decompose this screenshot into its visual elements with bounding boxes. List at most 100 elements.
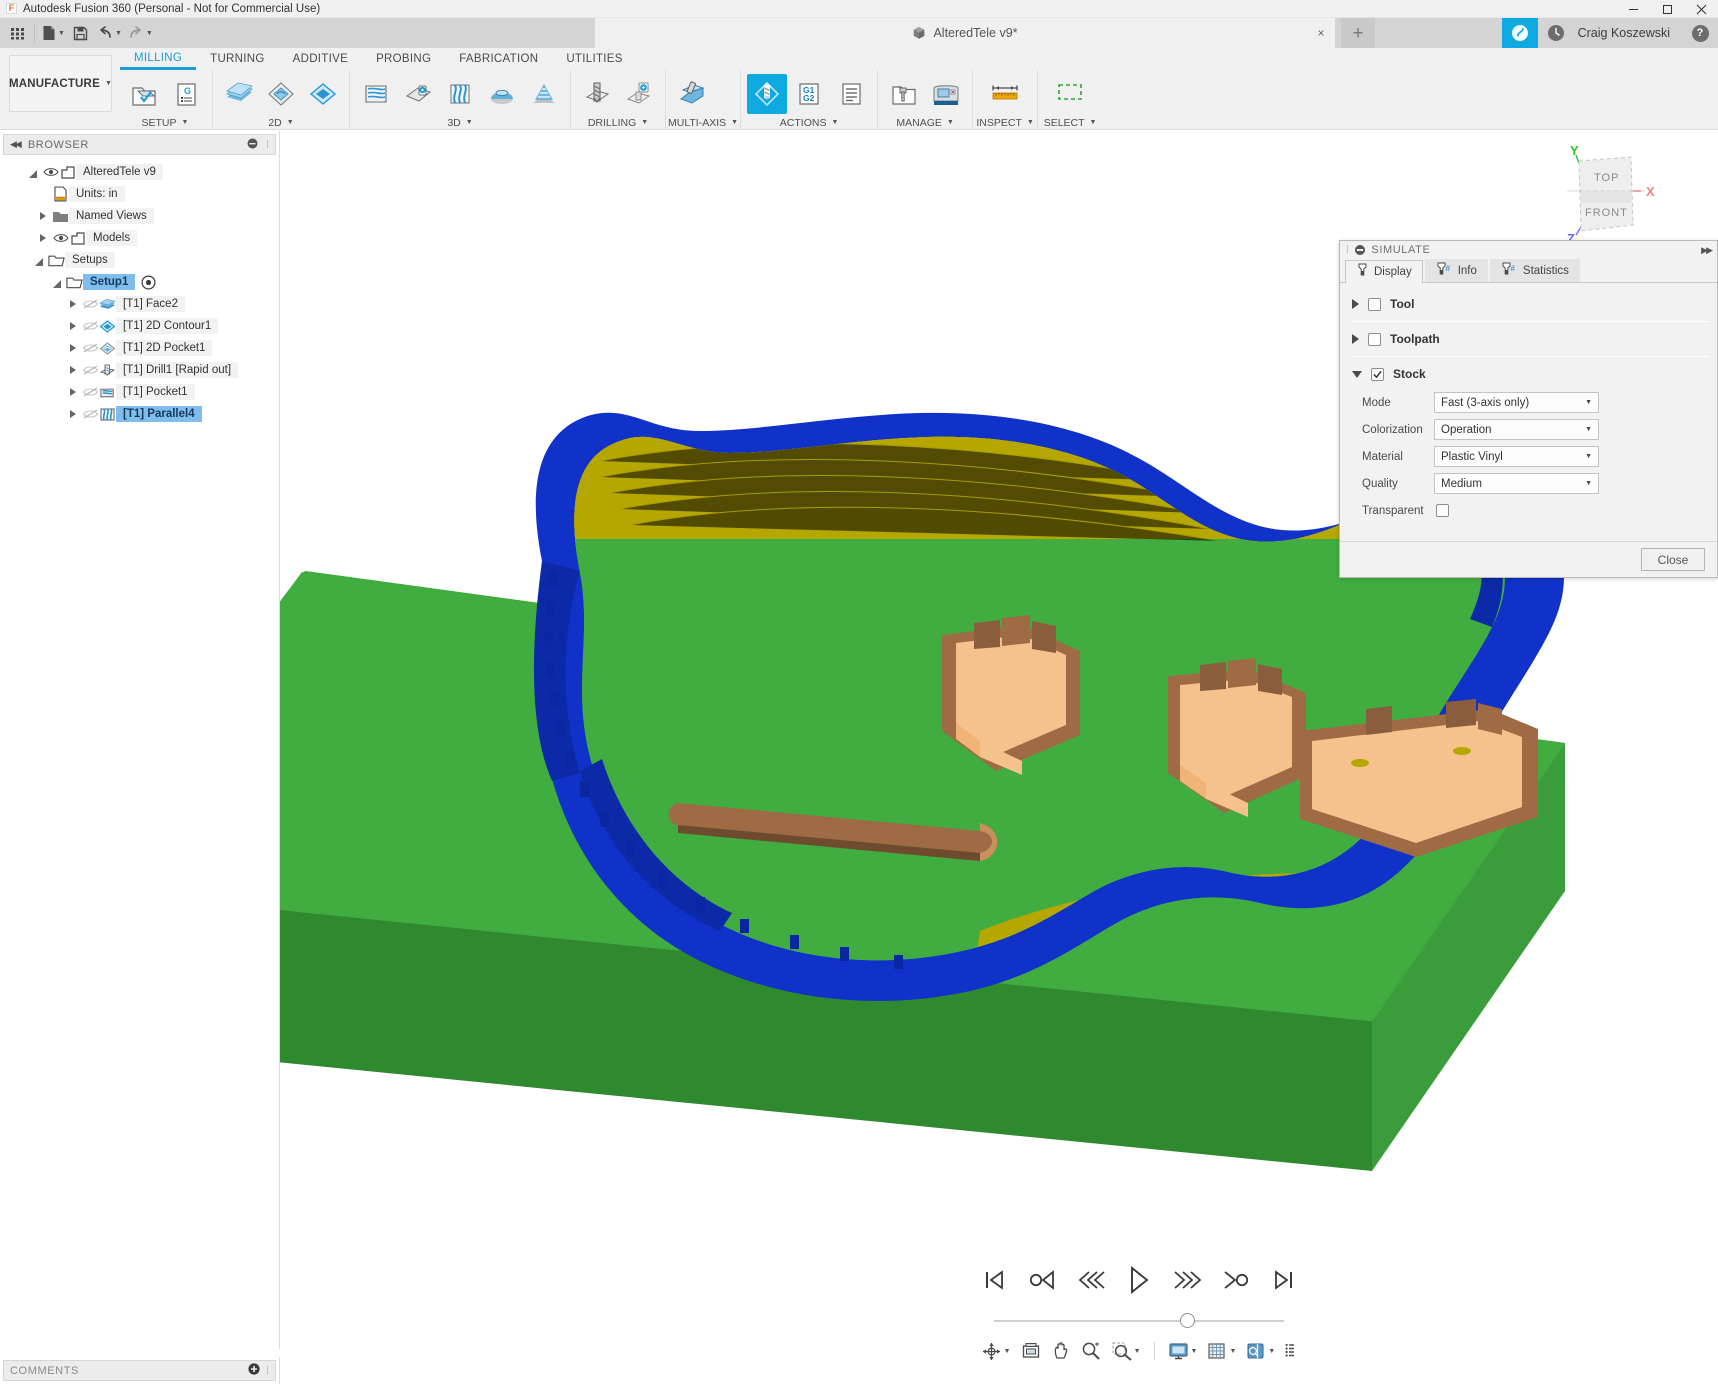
setup-active-target-icon[interactable]	[140, 274, 157, 291]
panel-drilling-label[interactable]: DRILLING ▼	[573, 115, 663, 130]
machine-library-icon[interactable]	[926, 74, 966, 114]
panel-inspect-label[interactable]: INSPECT ▼	[975, 115, 1035, 130]
twisty-open-icon[interactable]	[24, 161, 42, 183]
view-cube[interactable]: Y X Z TOP FRONT	[1545, 139, 1663, 249]
transparent-checkbox[interactable]	[1436, 504, 1449, 517]
visibility-eye-off-icon[interactable]	[82, 362, 99, 379]
collapse-panel-icon[interactable]: ◀◀	[10, 139, 22, 150]
tree-row-face2[interactable]: [T1] Face2	[0, 293, 279, 315]
zoom-window-icon[interactable]: ▼	[1108, 1338, 1144, 1364]
chevron-down-icon[interactable]: ▼	[1268, 1348, 1275, 1355]
display-settings-icon[interactable]: ▼	[1165, 1338, 1201, 1364]
minimize-button[interactable]	[1616, 0, 1650, 18]
twisty-closed-icon[interactable]	[64, 315, 82, 337]
new-document-tab-button[interactable]: +	[1341, 18, 1375, 48]
orbit-icon[interactable]: ▼	[978, 1338, 1014, 1364]
new-file-icon[interactable]: ▼	[39, 20, 68, 46]
tree-row-drill1[interactable]: [T1] Drill1 [Rapid out]	[0, 359, 279, 381]
chevron-down-icon[interactable]: ▼	[1134, 1348, 1141, 1355]
chevron-right-icon[interactable]	[1352, 299, 1359, 309]
document-tab[interactable]: AlteredTele v9* ×	[595, 18, 1335, 48]
visibility-eye-off-icon[interactable]	[82, 318, 99, 335]
tab-display[interactable]: Display	[1345, 260, 1423, 283]
panel-2d-label[interactable]: 2D ▼	[215, 115, 347, 130]
close-window-button[interactable]	[1684, 0, 1718, 18]
spiral-icon[interactable]	[524, 74, 564, 114]
twisty-closed-icon[interactable]	[34, 227, 52, 249]
undo-icon[interactable]: ▼	[94, 20, 125, 46]
twisty-closed-icon[interactable]	[34, 205, 52, 227]
skip-to-start-button[interactable]	[978, 1263, 1012, 1297]
panel-actions-label[interactable]: ACTIONS ▼	[743, 115, 875, 130]
panel-setup-label[interactable]: SETUP ▼	[120, 115, 210, 130]
panel-select-label[interactable]: SELECT ▼	[1040, 115, 1100, 130]
chevron-down-icon[interactable]: ▼	[1004, 1348, 1011, 1355]
tree-row-parallel4[interactable]: [T1] Parallel4	[0, 403, 279, 425]
tree-row-altered-tele[interactable]: AlteredTele v9	[0, 161, 279, 183]
fast-forward-button[interactable]	[1170, 1263, 1204, 1297]
close-document-icon[interactable]: ×	[1315, 26, 1327, 40]
add-comment-icon[interactable]	[248, 1363, 260, 1378]
help-icon[interactable]: ?	[1682, 18, 1718, 48]
probe-wcs-icon[interactable]	[619, 74, 659, 114]
browser-minimize-icon[interactable]	[247, 138, 258, 152]
2d-pocket-icon[interactable]	[261, 74, 301, 114]
section-stock[interactable]: Stock	[1340, 359, 1717, 389]
job-status-clock-icon[interactable]	[1538, 18, 1574, 48]
tree-row-2d-contour1[interactable]: [T1] 2D Contour1	[0, 315, 279, 337]
toolpath-visibility-checkbox[interactable]	[1368, 332, 1381, 346]
visibility-eye-icon[interactable]	[52, 230, 69, 247]
fusion-extension-icon[interactable]	[1501, 18, 1538, 48]
look-at-icon[interactable]	[1018, 1338, 1044, 1364]
simulate-dialog-titlebar[interactable]: ⁞ SIMULATE ▶▶	[1340, 241, 1717, 259]
parallel-icon[interactable]	[440, 74, 480, 114]
twisty-open-icon[interactable]	[48, 271, 66, 293]
grid-apps-icon[interactable]	[4, 20, 30, 46]
step-forward-operation-button[interactable]	[1218, 1263, 1252, 1297]
stock-visibility-checkbox[interactable]	[1371, 367, 1384, 381]
panel-manage-label[interactable]: MANAGE ▼	[880, 115, 970, 130]
tree-row-named-views[interactable]: Named Views	[0, 205, 279, 227]
chevron-down-icon[interactable]: ▼	[115, 30, 122, 37]
new-setup-icon[interactable]	[124, 74, 164, 114]
material-select[interactable]: Plastic Vinyl ▼	[1434, 446, 1599, 467]
chevron-down-icon[interactable]: ▼	[58, 30, 65, 37]
colorization-select[interactable]: Operation ▼	[1434, 419, 1599, 440]
play-button[interactable]	[1122, 1263, 1156, 1297]
save-icon[interactable]	[68, 20, 94, 46]
panel-multi-axis-label[interactable]: MULTI-AXIS ▼	[668, 115, 738, 130]
playback-progress-slider[interactable]	[994, 1310, 1284, 1332]
twisty-closed-icon[interactable]	[64, 359, 82, 381]
2d-contour-icon[interactable]	[303, 74, 343, 114]
zoom-icon[interactable]	[1078, 1338, 1104, 1364]
pan-icon[interactable]	[1048, 1338, 1074, 1364]
tab-utilities[interactable]: UTILITIES	[552, 48, 636, 70]
panel-3d-label[interactable]: 3D ▼	[352, 115, 568, 130]
twisty-closed-icon[interactable]	[64, 293, 82, 315]
drag-grip-icon[interactable]: ⁞	[1346, 245, 1349, 256]
adaptive-clearing-icon[interactable]	[356, 74, 396, 114]
twisty-closed-icon[interactable]	[64, 381, 82, 403]
measure-icon[interactable]	[985, 74, 1025, 114]
browser-resize-handle[interactable]: ⁞	[266, 139, 269, 151]
skip-to-end-button[interactable]	[1266, 1263, 1300, 1297]
drill-icon[interactable]	[577, 74, 617, 114]
tab-milling[interactable]: MILLING	[120, 48, 197, 70]
pocket-clearing-icon[interactable]	[398, 74, 438, 114]
post-process-icon[interactable]: G1 G2	[789, 74, 829, 114]
tree-row-units[interactable]: Units: in	[0, 183, 279, 205]
visibility-eye-icon[interactable]	[42, 164, 59, 181]
tree-row-setups[interactable]: Setups	[0, 249, 279, 271]
tab-info[interactable]: # Info	[1424, 259, 1488, 282]
viewports-icon[interactable]: ▼	[1243, 1338, 1278, 1364]
face-toolpath-icon[interactable]	[219, 74, 259, 114]
chevron-down-icon[interactable]: ▼	[1229, 1348, 1236, 1355]
scallop-icon[interactable]	[482, 74, 522, 114]
chevron-down-icon[interactable]: ▼	[1191, 1348, 1198, 1355]
browser-toggle-icon[interactable]	[1282, 1338, 1300, 1364]
tree-row-pocket1[interactable]: [T1] Pocket1	[0, 381, 279, 403]
user-name[interactable]: Craig Koszewski	[1574, 26, 1682, 40]
tab-turning[interactable]: TURNING	[196, 48, 279, 70]
tree-row-models[interactable]: Models	[0, 227, 279, 249]
tool-visibility-checkbox[interactable]	[1368, 297, 1381, 311]
